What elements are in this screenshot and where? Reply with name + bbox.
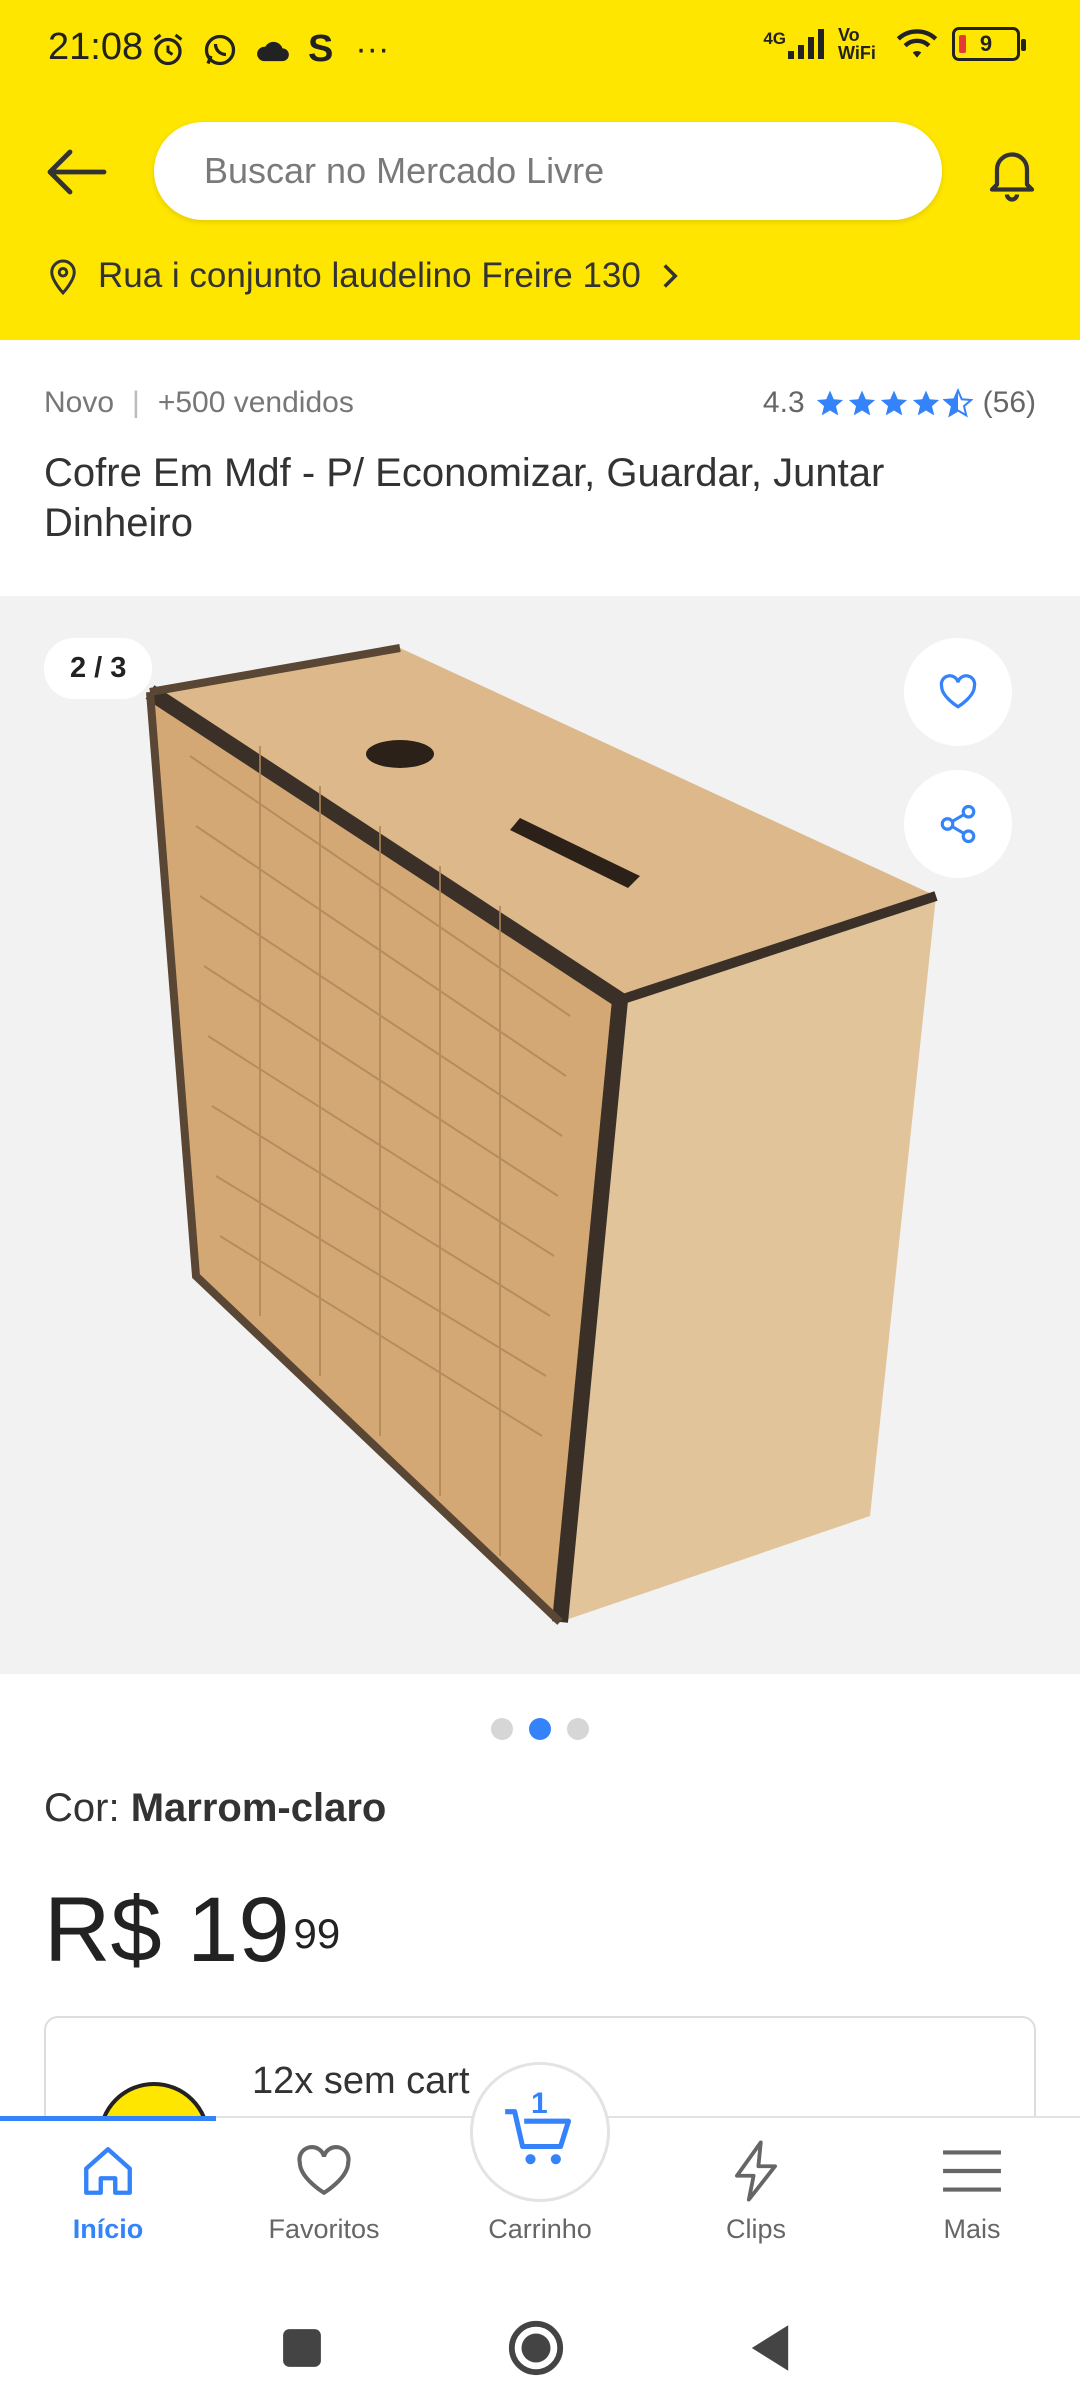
chevron-right-icon: [663, 264, 678, 288]
rating-count: (56): [982, 386, 1036, 419]
installments-text: 12x sem cart: [252, 2060, 470, 2102]
vowifi-label: Vo WiFi: [838, 25, 876, 63]
notifications-button[interactable]: [976, 136, 1048, 208]
home-system-button[interactable]: [496, 2308, 576, 2388]
product-meta: Novo | +500 vendidos: [44, 386, 354, 420]
price-main: R$ 19: [44, 1879, 290, 1981]
favorite-button[interactable]: [904, 638, 1012, 746]
notification-icons: S ···: [150, 28, 389, 71]
rating[interactable]: 4.3 (56): [763, 386, 1036, 420]
product-gallery[interactable]: 2 / 3: [0, 596, 1080, 1674]
condition-label: Novo: [44, 386, 115, 419]
pagination-dot[interactable]: [567, 1718, 589, 1740]
lightning-icon: [735, 2140, 777, 2202]
search-bar[interactable]: [154, 122, 942, 220]
address-text: Rua i conjunto laudelino Freire 130: [98, 256, 641, 295]
pagination-dot[interactable]: [491, 1718, 513, 1740]
product-title: Cofre Em Mdf - P/ Economizar, Guardar, J…: [44, 451, 885, 545]
color-value: Marrom-claro: [130, 1786, 387, 1830]
s-app-icon: S: [308, 28, 334, 70]
arrow-left-icon: [47, 149, 107, 195]
half-star-icon: [942, 388, 973, 418]
rating-value: 4.3: [762, 386, 805, 419]
sold-count: +500 vendidos: [157, 386, 354, 419]
circle-home-icon: [508, 2320, 564, 2376]
heart-icon: [939, 674, 977, 709]
rating-stars: [815, 388, 973, 418]
signal-icon: [788, 29, 824, 59]
product-image[interactable]: [0, 596, 1080, 1674]
cloud-icon: [257, 41, 289, 61]
whatsapp-icon: [204, 34, 236, 65]
heart-icon: [297, 2145, 351, 2196]
square-icon: [283, 2329, 321, 2367]
nav-clips[interactable]: Clips: [648, 2118, 864, 2292]
star-icon: [816, 390, 843, 416]
nav-favoritos[interactable]: Favoritos: [216, 2118, 432, 2292]
price-cents: 99: [293, 1910, 341, 1957]
color-selection: Cor: Marrom-claro: [44, 1786, 386, 1831]
share-button[interactable]: [904, 770, 1012, 878]
wifi-icon: [896, 29, 938, 58]
nav-label: Início: [72, 2214, 144, 2244]
bottom-navigation: Início Favoritos 1 Carrinho Clips Mais: [0, 2062, 1080, 2292]
star-icon: [848, 390, 875, 416]
menu-icon: [943, 2150, 1001, 2192]
triangle-back-icon: [751, 2325, 789, 2371]
cart-count-badge: 1: [531, 2087, 548, 2120]
star-icon: [880, 390, 907, 416]
network-type: 4G: [763, 29, 786, 48]
search-input[interactable]: [204, 150, 942, 192]
system-status-icons: 4G Vo WiFi 9: [763, 25, 1026, 63]
battery-icon: 9: [952, 27, 1026, 61]
alarm-icon: [153, 33, 183, 65]
pagination-dot-active[interactable]: [529, 1718, 551, 1740]
gallery-pagination: [0, 1718, 1080, 1740]
more-notifications-icon: ···: [355, 30, 390, 68]
back-button[interactable]: [40, 136, 112, 208]
system-navigation-bar: [0, 2290, 1080, 2400]
share-icon: [940, 804, 976, 844]
nav-label: Favoritos: [268, 2214, 380, 2244]
cart-bubble[interactable]: 1: [470, 2062, 610, 2202]
recent-apps-button[interactable]: [262, 2308, 342, 2388]
nav-label: Carrinho: [488, 2214, 592, 2244]
price: R$ 1999: [44, 1880, 340, 1980]
divider: |: [132, 386, 140, 419]
header: 21:08 S ··· 4G Vo WiFi 9 Buscar no Merca…: [0, 0, 1080, 340]
delivery-address[interactable]: Rua i conjunto laudelino Freire 130: [48, 256, 679, 296]
home-icon: [84, 2147, 132, 2195]
image-counter: 2 / 3: [44, 638, 153, 699]
back-system-button[interactable]: [730, 2308, 810, 2388]
star-icon: [912, 390, 939, 416]
battery-level: 9: [979, 31, 993, 56]
status-bar: 21:08 S ··· 4G Vo WiFi 9: [0, 0, 1080, 100]
location-pin-icon: [50, 259, 76, 295]
nav-carrinho[interactable]: 1 Carrinho: [432, 2062, 648, 2292]
nav-label: Mais: [943, 2214, 1001, 2244]
nav-inicio[interactable]: Início: [0, 2118, 216, 2292]
nav-label: Clips: [725, 2214, 786, 2244]
status-time: 21:08: [48, 26, 144, 68]
color-label: Cor:: [44, 1786, 131, 1830]
bell-icon: [989, 152, 1035, 202]
nav-mais[interactable]: Mais: [864, 2118, 1080, 2292]
